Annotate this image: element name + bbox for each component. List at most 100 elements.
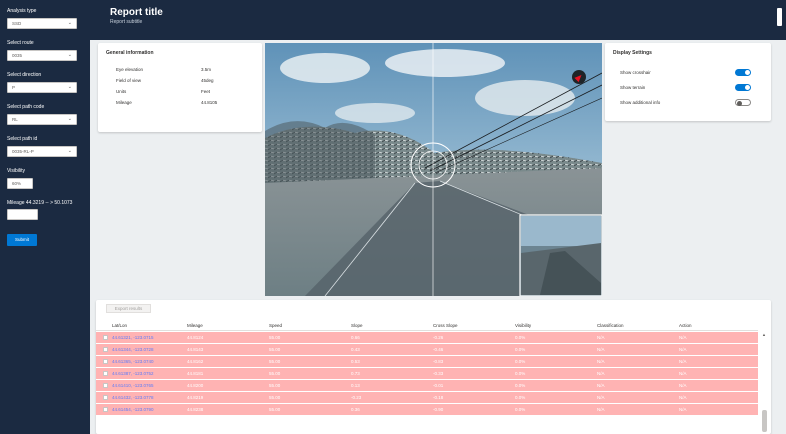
- column-header-action[interactable]: Action: [679, 320, 758, 330]
- table-row[interactable]: 44.61321, -123.0715 44.8124 55.00 0.66 -0.26…: [96, 332, 758, 344]
- table-row[interactable]: 44.61344, -123.0728 44.8143 55.00 0.43 -0.46…: [96, 344, 758, 356]
- info-row: Eye elevation 3.5m: [116, 67, 254, 73]
- row-checkbox[interactable]: [103, 371, 108, 376]
- cell-mileage: 44.8124: [187, 335, 204, 340]
- table-header: Lat/Lon Mileage Speed Slope Cross Slope …: [96, 320, 758, 331]
- cell-latlon[interactable]: 44.61365, -123.0740: [110, 356, 187, 367]
- terrain-viewer[interactable]: [265, 43, 602, 296]
- cell-mileage: 44.8200: [187, 383, 204, 388]
- cell-slope: 0.43: [351, 347, 360, 352]
- display-settings-card: Display Settings Show crosshair Show ter…: [605, 43, 771, 121]
- show-additional-info-toggle[interactable]: [735, 99, 751, 106]
- table-row[interactable]: 44.61432, -123.0778 44.8219 55.00 -0.23 -0.1…: [96, 392, 758, 404]
- row-checkbox[interactable]: [103, 359, 108, 364]
- column-header-cross-slope[interactable]: Cross Slope: [433, 320, 515, 330]
- compass-icon[interactable]: [572, 70, 586, 84]
- cell-cross-slope: -0.18: [433, 395, 444, 400]
- select-route-value: 0035: [12, 53, 23, 58]
- cell-speed: 55.00: [269, 383, 281, 388]
- cell-latlon[interactable]: 44.61321, -123.0715: [110, 332, 187, 343]
- general-information-list: Eye elevation 3.5m Field of view 45deg U…: [106, 67, 254, 106]
- select-path-code-label: Select path code: [7, 104, 45, 110]
- cell-visibility: 0.0%: [515, 383, 526, 388]
- scrollbar-thumb[interactable]: [762, 410, 767, 432]
- select-path-code-dropdown[interactable]: RL ⌄: [7, 114, 77, 125]
- table-row[interactable]: 44.61454, -123.0790 44.8238 55.00 0.36 -0.90…: [96, 404, 758, 416]
- mileage-input[interactable]: [7, 209, 38, 220]
- row-checkbox[interactable]: [103, 383, 108, 388]
- cell-cross-slope: -0.01: [433, 383, 444, 388]
- column-header-classification[interactable]: Classification: [597, 320, 679, 330]
- cell-visibility: 0.0%: [515, 371, 526, 376]
- table-scrollbar[interactable]: ▲: [759, 332, 769, 434]
- report-title: Report title: [110, 7, 163, 18]
- row-checkbox[interactable]: [103, 407, 108, 412]
- scroll-up-icon[interactable]: ▲: [762, 332, 766, 337]
- select-route-dropdown[interactable]: 0035 ⌄: [7, 50, 77, 61]
- submit-button[interactable]: Submit: [7, 234, 37, 246]
- column-header-mileage[interactable]: Mileage: [187, 320, 269, 330]
- cell-mileage: 44.8162: [187, 359, 204, 364]
- cell-classification: N/A: [597, 359, 605, 364]
- cell-cross-slope: -0.90: [433, 407, 444, 412]
- info-key: Field of view: [116, 78, 142, 83]
- select-path-id-value: 0035-RL-P: [12, 149, 34, 154]
- table-row[interactable]: 44.61387, -123.0752 44.8181 55.00 0.73 -0.33…: [96, 368, 758, 380]
- select-direction-dropdown[interactable]: P ⌄: [7, 82, 77, 93]
- cell-latlon[interactable]: 44.61454, -123.0790: [110, 404, 187, 415]
- analysis-type-dropdown[interactable]: SSD ⌄: [7, 18, 77, 29]
- column-header-latlon[interactable]: Lat/Lon: [110, 320, 187, 330]
- row-checkbox[interactable]: [103, 335, 108, 340]
- column-header-speed[interactable]: Speed: [269, 320, 351, 330]
- select-direction-label: Select direction: [7, 72, 42, 78]
- select-route-label: Select route: [7, 40, 34, 46]
- cell-classification: N/A: [597, 335, 605, 340]
- toggle-row-crosshair: Show crosshair: [620, 67, 751, 78]
- export-results-button[interactable]: Export results: [106, 304, 151, 313]
- row-checkbox[interactable]: [103, 347, 108, 352]
- visibility-input[interactable]: 60%: [7, 178, 33, 189]
- info-key: Mileage: [116, 100, 132, 105]
- select-path-id-dropdown[interactable]: 0035-RL-P ⌄: [7, 146, 77, 157]
- main-content: General information Eye elevation 3.5m F…: [90, 40, 786, 434]
- column-header-slope[interactable]: Slope: [351, 320, 433, 330]
- toggle-label: Show terrain: [620, 85, 646, 90]
- table-row[interactable]: 44.61410, -123.0765 44.8200 55.00 0.13 -0.01…: [96, 380, 758, 392]
- terrain-view-image: [265, 43, 602, 296]
- analysis-type-label: Analysis type: [7, 8, 37, 14]
- cell-speed: 55.00: [269, 371, 281, 376]
- show-crosshair-toggle[interactable]: [735, 69, 751, 76]
- row-checkbox-cell: [96, 368, 110, 379]
- cell-latlon[interactable]: 44.61410, -123.0765: [110, 380, 187, 391]
- cell-latlon[interactable]: 44.61344, -123.0728: [110, 344, 187, 355]
- general-information-title: General information: [106, 50, 154, 56]
- cell-mileage: 44.8238: [187, 407, 204, 412]
- info-value: 45deg: [201, 78, 214, 83]
- cell-slope: 0.36: [351, 407, 360, 412]
- row-checkbox-cell: [96, 332, 110, 343]
- show-terrain-toggle[interactable]: [735, 84, 751, 91]
- chevron-down-icon: ⌄: [67, 148, 72, 154]
- row-checkbox-cell: [96, 404, 110, 415]
- select-direction-value: P: [12, 85, 16, 90]
- cell-classification: N/A: [597, 407, 605, 412]
- cell-classification: N/A: [597, 395, 605, 400]
- cell-latlon[interactable]: 44.61387, -123.0752: [110, 368, 187, 379]
- cell-visibility: 0.0%: [515, 395, 526, 400]
- header-scrollbar[interactable]: [777, 8, 782, 26]
- column-header-visibility[interactable]: Visibility: [515, 320, 597, 330]
- toggle-knob: [737, 100, 742, 106]
- row-checkbox[interactable]: [103, 395, 108, 400]
- cell-action: N/A: [679, 347, 687, 352]
- cell-speed: 55.00: [269, 407, 281, 412]
- table-row[interactable]: 44.61365, -123.0740 44.8162 55.00 0.53 -0.83…: [96, 356, 758, 368]
- header-spacer: [96, 320, 110, 330]
- cell-slope: -0.23: [351, 395, 362, 400]
- cell-latlon[interactable]: 44.61432, -123.0778: [110, 392, 187, 403]
- select-path-code-value: RL: [12, 117, 18, 122]
- toggle-row-terrain: Show terrain: [620, 82, 751, 93]
- cell-slope: 0.66: [351, 335, 360, 340]
- toggle-knob: [745, 70, 750, 75]
- mileage-label: Mileage 44.3219 -- > 50.1073: [7, 200, 73, 206]
- cell-action: N/A: [679, 335, 687, 340]
